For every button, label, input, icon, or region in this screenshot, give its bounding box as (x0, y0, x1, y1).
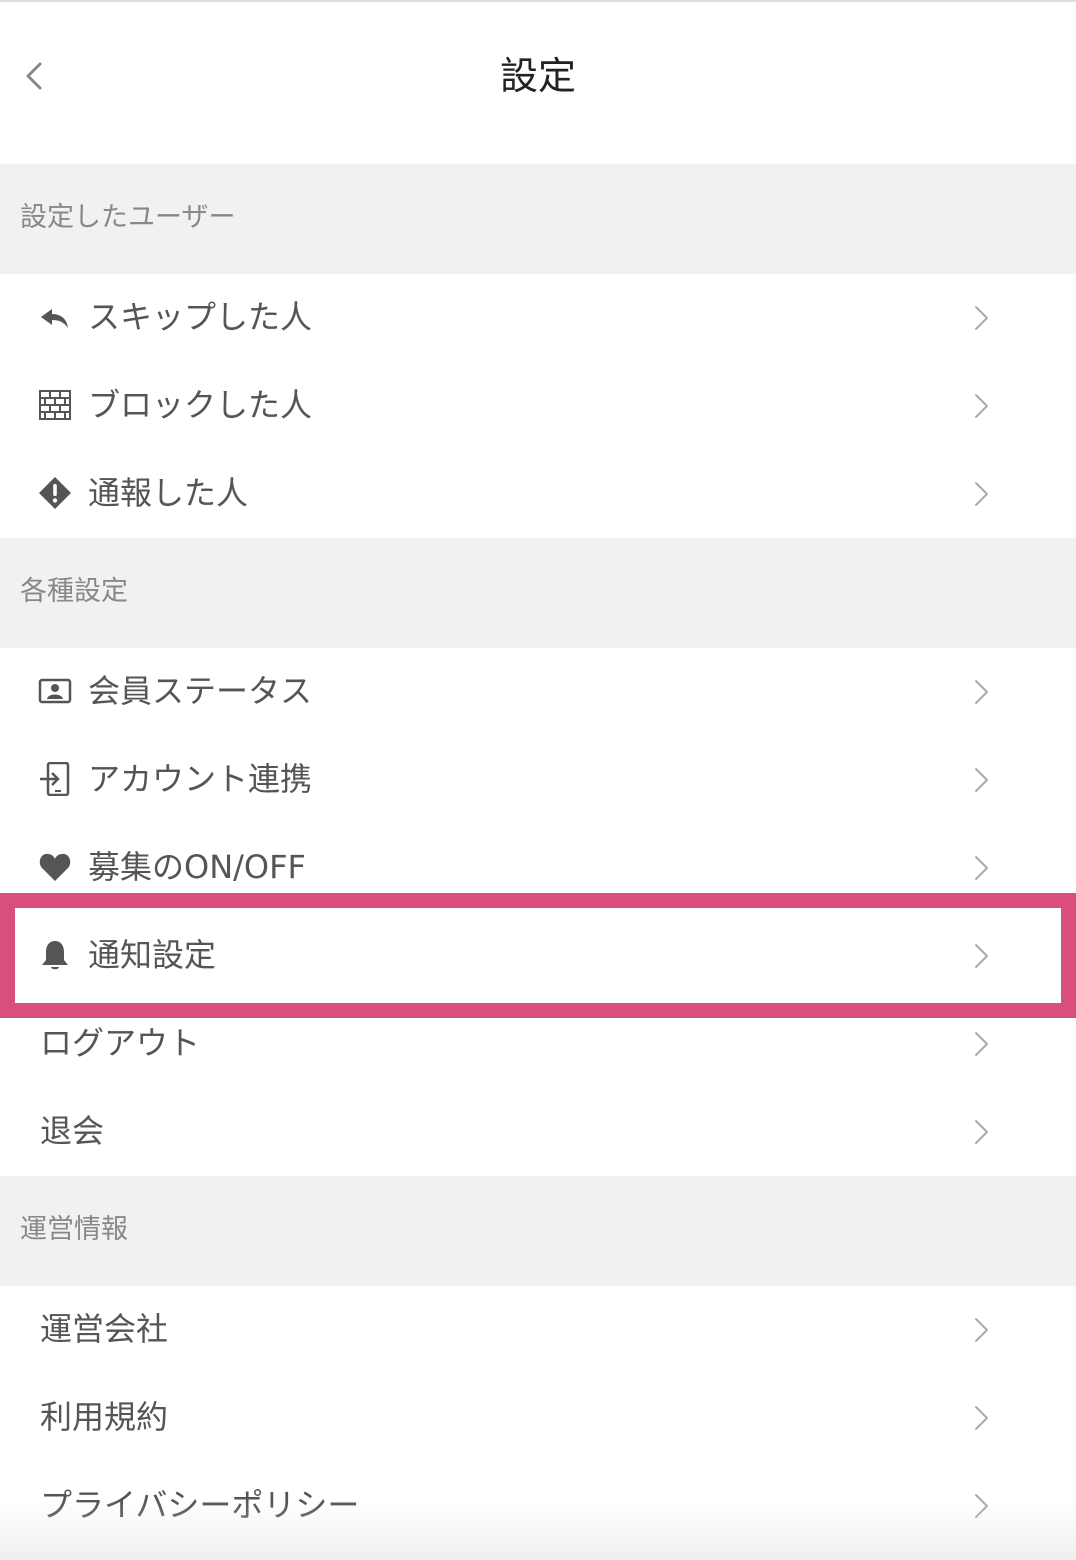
chevron-right-icon (975, 1318, 988, 1342)
chevron-right-icon (975, 1494, 988, 1518)
menu-item-operating-company[interactable]: 運営会社 (0, 1286, 1076, 1374)
id-card-icon (38, 678, 72, 704)
menu-item-label: 退会 (40, 1112, 105, 1150)
menu-item-membership-status[interactable]: 会員ステータス (0, 648, 1076, 736)
menu-item-label: 通報した人 (88, 474, 249, 512)
menu-item-blocked-users[interactable]: ブロックした人 (0, 362, 1076, 450)
menu-item-label: アカウント連携 (88, 760, 313, 798)
warning-diamond-icon (39, 477, 71, 509)
chevron-right-icon (975, 1120, 988, 1144)
section-title: 各種設定 (20, 576, 128, 607)
brick-wall-icon (39, 390, 71, 420)
section-header-users: 設定したユーザー (0, 164, 1076, 274)
menu-item-label: ログアウト (40, 1024, 201, 1062)
menu-item-reported-users[interactable]: 通報した人 (0, 450, 1076, 538)
chevron-right-icon (975, 1032, 988, 1056)
menu-item-privacy-policy[interactable]: プライバシーポリシー (0, 1462, 1076, 1550)
chevron-right-icon (975, 944, 988, 968)
page-title: 設定 (499, 54, 576, 98)
menu-item-notification-settings[interactable]: 通知設定 (0, 912, 1076, 1000)
menu-item-withdraw[interactable]: 退会 (0, 1088, 1076, 1176)
menu-item-label: プライバシーポリシー (40, 1486, 360, 1524)
bell-icon (42, 941, 68, 970)
chevron-right-icon (975, 482, 988, 506)
chevron-right-icon (975, 306, 988, 330)
menu-item-label: スキップした人 (88, 298, 313, 336)
menu-item-label: 会員ステータス (88, 672, 313, 710)
menu-item-account-link[interactable]: アカウント連携 (0, 736, 1076, 824)
section-title: 設定したユーザー (20, 202, 236, 233)
chevron-right-icon (975, 394, 988, 418)
section-title: 運営情報 (20, 1214, 128, 1245)
menu-item-label: 通知設定 (88, 936, 217, 974)
menu-item-recruitment-toggle[interactable]: 募集のON/OFF (0, 824, 1076, 912)
menu-item-logout[interactable]: ログアウト (0, 1000, 1076, 1088)
section-header-settings: 各種設定 (0, 538, 1076, 648)
section-header-operation: 運営情報 (0, 1176, 1076, 1286)
navigation-header: 設定 (0, 2, 1076, 164)
menu-item-terms-of-service[interactable]: 利用規約 (0, 1374, 1076, 1462)
menu-item-skipped-users[interactable]: スキップした人 (0, 274, 1076, 362)
chevron-right-icon (975, 680, 988, 704)
menu-item-label: 運営会社 (40, 1310, 169, 1348)
login-device-icon (40, 762, 70, 796)
undo-arrow-icon (41, 309, 68, 328)
menu-item-label: ブロックした人 (88, 386, 313, 424)
heart-icon (39, 853, 71, 881)
chevron-right-icon (975, 1406, 988, 1430)
chevron-right-icon (975, 768, 988, 792)
menu-item-label: 利用規約 (40, 1398, 169, 1436)
menu-item-label: 募集のON/OFF (88, 848, 306, 886)
chevron-right-icon (975, 856, 988, 880)
